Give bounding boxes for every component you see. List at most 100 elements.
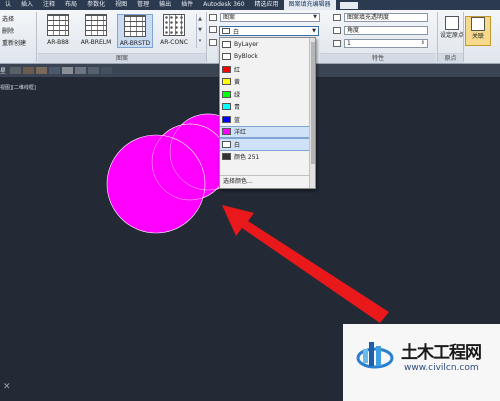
color-option-label: 绿 xyxy=(234,91,241,99)
tab-insert[interactable]: 插入 xyxy=(16,0,38,10)
divider xyxy=(463,12,464,62)
color-row xyxy=(209,26,217,33)
color-dropdown-list: ByLayer ByBlock 红黄绿青蓝洋红白颜色 251 选择颜色... xyxy=(219,37,316,189)
origin-icon xyxy=(445,16,459,30)
recreate-label: 重新创建 xyxy=(2,40,27,47)
tab-manage[interactable]: 管理 xyxy=(132,0,154,10)
color-option-label: 青 xyxy=(234,104,241,112)
tab-autodesk-360[interactable]: Autodesk 360 xyxy=(198,0,249,10)
swatch-chip[interactable] xyxy=(49,67,61,74)
concrete-pattern-icon xyxy=(163,14,185,36)
color-option[interactable]: 红 xyxy=(220,63,315,76)
tab-overflow-button[interactable] xyxy=(339,1,358,9)
scroll-thumb[interactable] xyxy=(311,42,315,164)
color-dropdown-items: ByLayer ByBlock 红黄绿青蓝洋红白颜色 251 xyxy=(220,38,315,163)
pattern-swatch-ar-b88[interactable]: AR-B88 xyxy=(40,14,76,48)
panel-label-pattern: 图案 xyxy=(38,53,206,63)
selected-color-swatch xyxy=(222,28,230,34)
pattern-type-row: 图案 ▼ xyxy=(209,13,320,22)
angle-field[interactable]: 角度 xyxy=(344,26,428,35)
swatch-chip[interactable] xyxy=(23,67,35,74)
select-label: 选择 xyxy=(2,16,15,23)
pattern-type-select[interactable]: 图案 ▼ xyxy=(220,13,320,22)
tab-output[interactable]: 输出 xyxy=(154,0,176,10)
tab-view[interactable]: 视图 xyxy=(110,0,132,10)
panel-label-properties: 特性 xyxy=(320,53,436,63)
swatch-chip[interactable] xyxy=(36,67,48,74)
tab-plugins[interactable]: 插件 xyxy=(176,0,198,10)
associative-icon xyxy=(471,17,485,31)
brick-pattern-icon xyxy=(124,15,146,37)
set-origin-button[interactable]: 设定原点 xyxy=(439,16,465,39)
hatch-color-select[interactable]: 白 ▼ xyxy=(219,26,319,36)
color-option[interactable]: 颜色 251 xyxy=(220,151,315,164)
color-option-label: 黄 xyxy=(234,79,241,87)
color-swatch xyxy=(222,40,231,48)
pattern-swatch-ar-brstd[interactable]: AR-BRSTD xyxy=(117,14,153,48)
site-watermark: 土木工程网 www.civilcn.com xyxy=(343,324,500,401)
scale-icon xyxy=(333,40,341,47)
color-swatch xyxy=(222,140,231,148)
swatch-chip[interactable] xyxy=(88,67,100,74)
transparency-field[interactable]: 图案填充透明度 xyxy=(344,13,428,22)
pattern-gallery-scroll[interactable]: ▲ ▼ ▾ xyxy=(196,14,203,48)
color-option[interactable]: 青 xyxy=(220,101,315,114)
scale-row: 1 ⇕ xyxy=(333,39,428,48)
swatch-label: AR-BRELM xyxy=(80,39,112,46)
scale-value: 1 xyxy=(347,40,351,47)
color-option-label: 红 xyxy=(234,66,241,74)
angle-icon xyxy=(333,27,341,34)
select-color-option[interactable]: 选择颜色... xyxy=(220,175,310,188)
associative-toggle[interactable]: 关联 xyxy=(465,16,491,46)
swatch-label: AR-CONC xyxy=(160,39,188,46)
swatch-chip[interactable] xyxy=(62,67,74,74)
file-strip-label: 星 xyxy=(0,68,7,75)
swatch-chip[interactable] xyxy=(101,67,113,74)
dropdown-scrollbar[interactable] xyxy=(309,38,315,188)
color-option-label: 颜色 251 xyxy=(234,154,260,162)
recreate-button[interactable]: 重新创建 xyxy=(2,38,26,47)
hatch-type-icon xyxy=(209,14,217,21)
divider xyxy=(36,12,37,62)
swatch-chip[interactable] xyxy=(10,67,22,74)
swatch-label: AR-B88 xyxy=(47,39,69,46)
tab-hatch-editor[interactable]: 图案填充编辑器 xyxy=(283,0,336,10)
pattern-swatch-ar-brelm[interactable]: AR-BRELM xyxy=(78,14,114,48)
associative-label: 关联 xyxy=(471,33,484,40)
transparency-label: 图案填充透明度 xyxy=(347,14,390,21)
angle-label: 角度 xyxy=(347,27,360,34)
pattern-swatch-ar-conc[interactable]: AR-CONC xyxy=(156,14,192,48)
remove-button[interactable]: 删除 xyxy=(2,26,14,35)
color-swatch xyxy=(222,65,231,73)
chevron-down-icon: ▼ xyxy=(313,14,317,20)
civilcn-logo-icon xyxy=(356,342,394,369)
color-option-label: 洋红 xyxy=(234,129,247,137)
scale-field[interactable]: 1 ⇕ xyxy=(344,39,428,48)
color-swatch xyxy=(222,53,231,61)
hatch-color-icon xyxy=(209,26,217,33)
color-option[interactable]: 蓝 xyxy=(220,113,315,126)
divider xyxy=(206,12,207,62)
color-option[interactable]: ByLayer xyxy=(220,38,315,51)
watermark-title: 土木工程网 xyxy=(401,343,482,363)
pattern-type-value: 图案 xyxy=(223,14,236,21)
color-option-label: ByBlock xyxy=(234,53,258,61)
color-option[interactable]: ByBlock xyxy=(220,51,315,64)
tab-annotate[interactable]: 注释 xyxy=(38,0,60,10)
swatch-chip[interactable] xyxy=(114,67,126,74)
transparency-icon xyxy=(333,14,341,21)
tab-featured-apps[interactable]: 精选应用 xyxy=(250,0,284,10)
background-row xyxy=(209,39,217,46)
color-option[interactable]: 白 xyxy=(220,138,315,151)
tab-layout[interactable]: 布局 xyxy=(60,0,82,10)
tab-parametric[interactable]: 参数化 xyxy=(82,0,110,10)
watermark-url: www.civilcn.com xyxy=(404,363,479,373)
swatch-chip[interactable] xyxy=(75,67,87,74)
color-option[interactable]: 黄 xyxy=(220,76,315,89)
color-option[interactable]: 绿 xyxy=(220,88,315,101)
select-button[interactable]: 选择 xyxy=(2,14,14,23)
color-option[interactable]: 洋红 xyxy=(220,125,315,138)
tab-default[interactable]: 认 xyxy=(0,0,16,10)
angle-row: 角度 xyxy=(333,26,428,35)
panel-label-origin: 原点 xyxy=(438,53,463,63)
